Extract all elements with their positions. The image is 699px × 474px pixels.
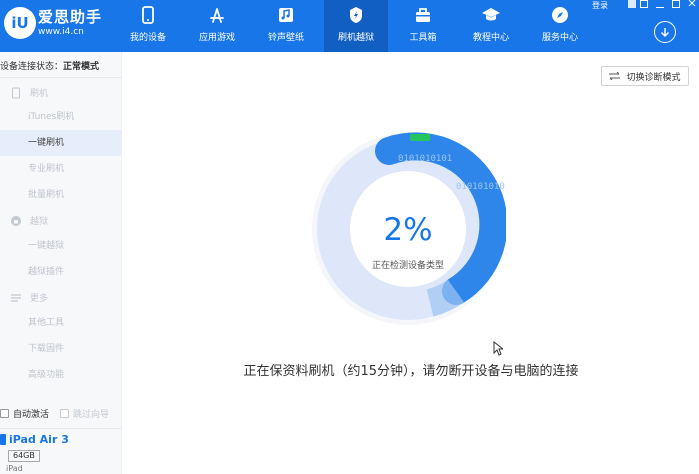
- flash-icon: [350, 7, 362, 23]
- app-store-icon: [210, 8, 224, 23]
- sidebar-group-flash: 刷机: [10, 86, 48, 99]
- sidebar-item-label: iTunes刷机: [28, 112, 75, 122]
- nav-apps-games[interactable]: 应用游戏: [185, 0, 249, 52]
- app-logo: iU: [4, 7, 36, 39]
- sidebar-item-one-click-flash[interactable]: 一键刷机: [0, 130, 121, 156]
- app-url: www.i4.cn: [38, 27, 84, 37]
- group-label: 越狱: [30, 217, 49, 227]
- switch-diagnostic-mode-button[interactable]: 切换诊断模式: [601, 66, 689, 86]
- device-name-label: iPad Air 3: [9, 433, 69, 446]
- checkbox-label: 跳过向导: [73, 410, 110, 420]
- nav-flash-jailbreak[interactable]: 刷机越狱: [324, 0, 388, 52]
- download-manager-button[interactable]: [654, 21, 676, 43]
- nav-label: 工具箱: [409, 33, 437, 43]
- sidebar-item-label: 一键刷机: [28, 138, 65, 148]
- ring-fade-arc: [425, 279, 465, 317]
- checkbox-box: [60, 409, 69, 418]
- nav-label: 服务中心: [541, 33, 578, 43]
- switch-icon: [609, 72, 621, 80]
- nav-ringtones-wallpapers[interactable]: 铃声壁纸: [254, 0, 318, 52]
- top-navigation-bar: iU 爱思助手 www.i4.cn 我的设备 应用游戏 铃声壁纸 刷机越狱 工具…: [0, 0, 699, 52]
- nav-tutorials[interactable]: 教程中心: [459, 0, 523, 52]
- jailbreak-icon: [11, 215, 21, 226]
- main-content: 切换诊断模式 0101010101 0101010101 2% 正在检测设备类型…: [123, 52, 699, 474]
- group-label: 更多: [30, 294, 49, 304]
- sidebar-item-label: 下载固件: [28, 344, 65, 354]
- sidebar-item-label: 批量刷机: [28, 190, 65, 200]
- maximize-button[interactable]: [672, 0, 680, 8]
- phone-flash-icon: [12, 87, 20, 98]
- sidebar-item-itunes-flash[interactable]: iTunes刷机: [0, 104, 121, 130]
- graduation-cap-icon: [482, 8, 500, 21]
- sidebar-item-label: 高级功能: [28, 370, 65, 380]
- toolbox-icon: [416, 8, 430, 22]
- skin-button[interactable]: [628, 0, 636, 8]
- group-label: 刷机: [30, 89, 49, 99]
- close-button[interactable]: [688, 0, 696, 8]
- skip-guide-checkbox[interactable]: 跳过向导: [60, 407, 109, 420]
- sidebar-item-other-tools[interactable]: 其他工具: [0, 310, 121, 336]
- progress-indicator: [410, 134, 430, 141]
- progress-status: 正在检测设备类型: [371, 261, 444, 271]
- sidebar-item-pro-flash[interactable]: 专业刷机: [0, 156, 121, 182]
- app-name: 爱思助手: [38, 8, 103, 26]
- nav-label: 刷机越狱: [337, 33, 374, 43]
- ipad-icon: [0, 434, 6, 445]
- checkbox-label: 自动激活: [13, 410, 50, 420]
- connection-status: 设备连接状态：正常模式: [0, 59, 99, 72]
- settings-button[interactable]: [640, 0, 648, 8]
- device-capacity-badge: 64GB: [8, 450, 40, 462]
- minimize-button[interactable]: [656, 0, 664, 8]
- arrow-down-icon: [661, 28, 669, 37]
- sidebar-item-advanced[interactable]: 高级功能: [0, 362, 121, 388]
- nav-label: 铃声壁纸: [267, 33, 304, 43]
- progress-percent: 2%: [383, 212, 433, 248]
- login-link[interactable]: 登录: [592, 0, 608, 10]
- brand: 爱思助手 www.i4.cn: [38, 8, 102, 38]
- checkbox-box: [0, 409, 9, 418]
- mouse-cursor-icon: [493, 341, 503, 356]
- logo-text: iU: [11, 14, 29, 32]
- nav-label: 应用游戏: [198, 33, 235, 43]
- divider: [0, 77, 122, 78]
- sidebar-item-batch-flash[interactable]: 批量刷机: [0, 182, 121, 208]
- music-icon: [279, 8, 293, 22]
- nav-label: 我的设备: [129, 33, 166, 43]
- sidebar-item-one-click-jailbreak[interactable]: 一键越狱: [0, 233, 121, 259]
- sidebar: 设备连接状态：正常模式 刷机 iTunes刷机 一键刷机 专业刷机 批量刷机 越…: [0, 52, 122, 474]
- menu-icon: [11, 293, 21, 302]
- nav-label: 教程中心: [472, 33, 509, 43]
- flash-warning-message: 正在保资料刷机（约15分钟），请勿断开设备与电脑的连接: [243, 364, 579, 379]
- nav-my-device[interactable]: 我的设备: [116, 0, 180, 52]
- device-name[interactable]: iPad Air 3: [0, 433, 69, 446]
- sidebar-group-jailbreak: 越狱: [10, 214, 48, 227]
- sidebar-item-label: 专业刷机: [28, 164, 65, 174]
- sidebar-item-jailbreak-plugins[interactable]: 越狱插件: [0, 259, 121, 285]
- diag-button-label: 切换诊断模式: [626, 72, 681, 83]
- binary-text: 0101010101: [398, 154, 452, 164]
- binary-text: 0101010101: [456, 182, 506, 192]
- sidebar-item-download-firmware[interactable]: 下载固件: [0, 336, 121, 362]
- sidebar-item-label: 其他工具: [28, 318, 65, 328]
- sidebar-item-label: 越狱插件: [28, 267, 65, 277]
- phone-icon: [142, 6, 154, 24]
- compass-icon: [552, 7, 568, 23]
- connection-value: 正常模式: [63, 62, 100, 72]
- login-label: 登录: [592, 1, 608, 10]
- divider: [0, 428, 122, 429]
- nav-toolbox[interactable]: 工具箱: [391, 0, 455, 52]
- sidebar-group-more: 更多: [10, 291, 48, 304]
- connection-label: 设备连接状态：: [0, 62, 64, 72]
- close-icon: [688, 0, 696, 7]
- auto-activate-checkbox[interactable]: 自动激活: [0, 407, 49, 420]
- nav-service-center[interactable]: 服务中心: [528, 0, 592, 52]
- device-type: iPad: [6, 464, 23, 473]
- sidebar-item-label: 一键越狱: [28, 241, 65, 251]
